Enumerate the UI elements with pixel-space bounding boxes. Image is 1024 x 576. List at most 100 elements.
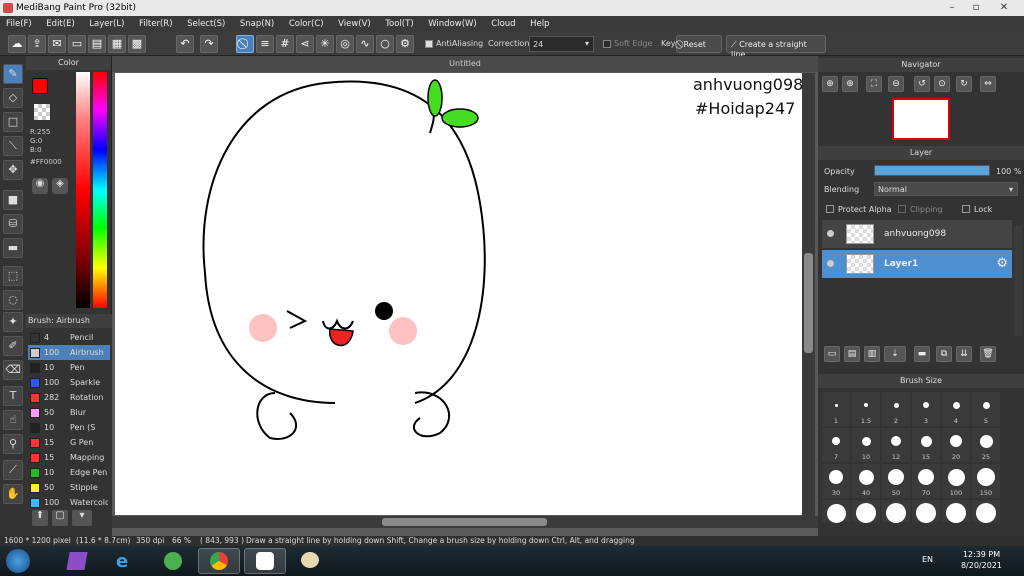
- brush-size-cell[interactable]: [822, 500, 850, 523]
- select-pen-icon[interactable]: ✐: [3, 336, 23, 356]
- fit-icon[interactable]: ⛶: [866, 76, 882, 92]
- new-8bit-layer-icon[interactable]: ▥: [864, 346, 880, 362]
- add-layer-menu-icon[interactable]: ⇣: [884, 346, 906, 362]
- menu-select[interactable]: Select(S): [181, 16, 231, 29]
- radial-snap-icon[interactable]: ✳: [316, 35, 334, 53]
- brush-size-cell[interactable]: 25: [972, 428, 1000, 462]
- menu-snap[interactable]: Snap(N): [234, 16, 280, 29]
- brush-item[interactable]: 15 Mapping: [28, 450, 110, 465]
- ellipse-snap-icon[interactable]: ○: [376, 35, 394, 53]
- rotate-left-icon[interactable]: ↺: [914, 76, 930, 92]
- vertical-scrollbar[interactable]: [802, 73, 815, 516]
- brush-menu-icon[interactable]: ▾: [72, 510, 92, 526]
- zoom-in-icon-2[interactable]: ⊕: [842, 76, 858, 92]
- add-brush-icon[interactable]: ⬆: [32, 510, 48, 526]
- delete-layer-icon[interactable]: 🗑: [980, 346, 996, 362]
- brush-size-cell[interactable]: 4: [942, 392, 970, 426]
- cloud-icon[interactable]: ☁: [8, 35, 26, 53]
- brush-size-cell[interactable]: 15: [912, 428, 940, 462]
- menu-file[interactable]: File(F): [0, 16, 38, 29]
- opacity-slider[interactable]: [874, 165, 990, 176]
- brush-size-cell[interactable]: 70: [912, 464, 940, 498]
- brush-item[interactable]: 100 Sparkle: [28, 375, 110, 390]
- chat-icon[interactable]: ✉: [48, 35, 66, 53]
- clock[interactable]: 12:39 PM 8/20/2021: [961, 549, 1002, 571]
- rotate-right-icon[interactable]: ↻: [956, 76, 972, 92]
- internet-explorer-icon[interactable]: e: [104, 548, 146, 574]
- brush-size-cell[interactable]: 10: [852, 428, 880, 462]
- brush-size-cell[interactable]: [972, 500, 1000, 523]
- new-halftone-layer-icon[interactable]: ▤: [844, 346, 860, 362]
- drawing-canvas[interactable]: anhvuong098 #Hoidap247: [115, 73, 802, 515]
- brush-size-cell[interactable]: 20: [942, 428, 970, 462]
- brush-item[interactable]: 4 Pencil: [28, 330, 110, 345]
- new-layer-icon[interactable]: ▭: [824, 346, 840, 362]
- protect-alpha-checkbox[interactable]: [826, 205, 834, 213]
- paint-icon[interactable]: [290, 548, 332, 574]
- brush-item[interactable]: 10 Pen (S: [28, 420, 110, 435]
- divide-tool-icon[interactable]: ⟋: [3, 460, 23, 480]
- brush-item[interactable]: 100 Airbrush: [28, 345, 110, 360]
- hue-slider[interactable]: [93, 72, 107, 308]
- menu-color[interactable]: Color(C): [283, 16, 330, 29]
- brush-item[interactable]: 50 Stipple: [28, 480, 110, 495]
- share-icon[interactable]: ⇪: [28, 35, 46, 53]
- brush-item[interactable]: 50 Blur: [28, 405, 110, 420]
- layer-item[interactable]: anhvuong098: [822, 220, 1012, 248]
- brush-size-cell[interactable]: 2: [882, 392, 910, 426]
- redo-icon[interactable]: ↷: [200, 35, 218, 53]
- navigator-thumbnail[interactable]: [892, 98, 950, 140]
- brush-size-cell[interactable]: 1.5: [852, 392, 880, 426]
- flip-icon[interactable]: ⇔: [980, 76, 996, 92]
- eraser-tool-icon[interactable]: ◇: [3, 88, 23, 108]
- fill-shape-icon[interactable]: ■: [3, 190, 23, 210]
- close-button[interactable]: ✕: [992, 0, 1016, 16]
- save-icon[interactable]: ▤: [88, 35, 106, 53]
- copy-brush-icon[interactable]: ▢: [52, 510, 68, 526]
- grid-icon[interactable]: ▩: [128, 35, 146, 53]
- brush-size-cell[interactable]: 12: [882, 428, 910, 462]
- brush-size-cell[interactable]: 1: [822, 392, 850, 426]
- select-eraser-icon[interactable]: ⌫: [3, 360, 23, 380]
- antialiasing-checkbox[interactable]: [425, 40, 433, 48]
- brush-size-cell[interactable]: 100: [942, 464, 970, 498]
- hand-tool-icon[interactable]: ✋: [3, 484, 23, 504]
- straight-line-button[interactable]: ⟋ Create a straight line: [726, 35, 826, 59]
- visibility-eye-icon[interactable]: [827, 230, 834, 237]
- menu-edit[interactable]: Edit(E): [40, 16, 80, 29]
- eyedropper-icon[interactable]: ⚲: [3, 434, 23, 454]
- soft-edge-checkbox[interactable]: [603, 40, 611, 48]
- color-settings-icon[interactable]: ◈: [52, 178, 68, 194]
- brush-size-cell[interactable]: [942, 500, 970, 523]
- brush-size-cell[interactable]: 40: [852, 464, 880, 498]
- brush-item[interactable]: 282 Rotation: [28, 390, 110, 405]
- brush-tool-icon[interactable]: ✎: [3, 64, 23, 84]
- dot-tool-icon[interactable]: □: [3, 112, 23, 132]
- menu-help[interactable]: Help: [524, 16, 555, 29]
- rotate-reset-icon[interactable]: ⊙: [934, 76, 950, 92]
- visual-studio-icon[interactable]: [56, 548, 98, 574]
- brush-size-cell[interactable]: [912, 500, 940, 523]
- start-button[interactable]: [6, 549, 30, 573]
- material-icon[interactable]: ▦: [108, 35, 126, 53]
- brush-size-cell[interactable]: [882, 500, 910, 523]
- brush-size-cell[interactable]: 50: [882, 464, 910, 498]
- circle-snap-icon[interactable]: ◎: [336, 35, 354, 53]
- zoom-in-icon[interactable]: ⊕: [822, 76, 838, 92]
- cross-snap-icon[interactable]: #: [276, 35, 294, 53]
- reset-button[interactable]: ⃠ Reset: [676, 35, 722, 53]
- minimize-button[interactable]: –: [940, 0, 964, 16]
- snap-settings-icon[interactable]: ⚙: [396, 35, 414, 53]
- move-tool-icon[interactable]: ✥: [3, 160, 23, 180]
- brush-size-cell[interactable]: 5: [972, 392, 1000, 426]
- parallel-snap-icon[interactable]: ≡: [256, 35, 274, 53]
- chrome-icon[interactable]: [198, 548, 240, 574]
- line-tool-icon[interactable]: ⟍: [3, 136, 23, 156]
- zoom-out-icon[interactable]: ⊖: [888, 76, 904, 92]
- horizontal-scrollbar[interactable]: [112, 516, 818, 528]
- bucket-tool-icon[interactable]: ⛁: [3, 214, 23, 234]
- magic-wand-icon[interactable]: ✦: [3, 312, 23, 332]
- horizontal-scroll-thumb[interactable]: [382, 518, 547, 526]
- maximize-button[interactable]: ▫: [964, 0, 988, 16]
- duplicate-layer-icon[interactable]: ⧉: [936, 346, 952, 362]
